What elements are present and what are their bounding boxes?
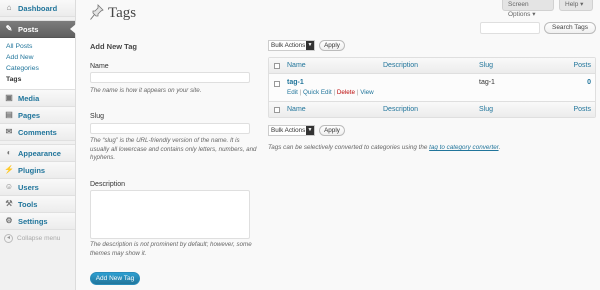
tag-name-cell: tag-1 Edit | Quick Edit | Delete | View bbox=[287, 79, 383, 96]
chevron-down-icon: ▼ bbox=[306, 41, 314, 50]
menu-plugins-label: Plugins bbox=[18, 165, 46, 175]
bulk-actions-value-bottom: Bulk Actions bbox=[271, 127, 306, 134]
menu-settings[interactable]: ⚙ Settings bbox=[0, 213, 75, 230]
posts-submenu: All Posts Add New Categories Tags bbox=[0, 38, 75, 90]
column-slug-footer[interactable]: Slug bbox=[479, 106, 561, 113]
name-help-text: The name is how it appears on your site. bbox=[90, 87, 202, 94]
name-input[interactable] bbox=[90, 72, 250, 83]
row-checkbox[interactable] bbox=[274, 81, 280, 87]
appearance-icon: ◐ bbox=[6, 148, 12, 157]
row-actions: Edit | Quick Edit | Delete | View bbox=[287, 89, 374, 96]
edit-link[interactable]: Edit bbox=[287, 89, 298, 96]
menu-pages-label: Pages bbox=[18, 110, 41, 120]
search-tags-input[interactable] bbox=[480, 22, 540, 34]
submenu-tags[interactable]: Tags bbox=[6, 74, 75, 85]
menu-posts-label: Posts bbox=[18, 24, 39, 34]
quick-edit-link[interactable]: Quick Edit bbox=[303, 89, 332, 96]
menu-tools[interactable]: ⚒ Tools bbox=[0, 196, 75, 213]
menu-settings-label: Settings bbox=[18, 216, 48, 226]
converter-note-suffix: . bbox=[498, 144, 501, 151]
search-tags-button[interactable]: Search Tags bbox=[544, 22, 596, 34]
collapse-menu-button[interactable]: ◂ Collapse menu bbox=[0, 230, 75, 247]
table-header: Name Description Slug Posts bbox=[269, 58, 595, 74]
description-label: Description bbox=[90, 181, 126, 188]
view-link[interactable]: View bbox=[360, 89, 374, 96]
column-name-header[interactable]: Name bbox=[287, 62, 383, 69]
tag-posts-count[interactable]: 0 bbox=[561, 79, 591, 86]
menu-appearance[interactable]: ◐ Appearance bbox=[0, 145, 75, 162]
converter-note-text: Tags can be selectively converted to cat… bbox=[268, 144, 430, 151]
menu-appearance-label: Appearance bbox=[18, 148, 61, 158]
slug-label: Slug bbox=[90, 113, 105, 120]
name-label: Name bbox=[90, 63, 109, 70]
tools-icon: ⚒ bbox=[5, 199, 13, 208]
pushpin-icon bbox=[90, 4, 104, 20]
description-textarea[interactable] bbox=[90, 190, 250, 239]
description-help-text: The description is not prominent by defa… bbox=[90, 241, 252, 257]
collapse-menu-label: Collapse menu bbox=[17, 235, 61, 242]
bulk-actions-top: Bulk Actions ▼ Apply bbox=[268, 40, 345, 51]
submenu-all-posts[interactable]: All Posts bbox=[6, 41, 75, 52]
add-new-tag-heading: Add New Tag bbox=[90, 42, 137, 51]
bulk-actions-select-bottom[interactable]: Bulk Actions ▼ bbox=[268, 125, 315, 136]
column-posts-footer[interactable]: Posts bbox=[561, 106, 591, 113]
column-name-footer[interactable]: Name bbox=[287, 106, 383, 113]
column-description-header[interactable]: Description bbox=[383, 62, 479, 69]
add-new-tag-button[interactable]: Add New Tag bbox=[90, 272, 140, 285]
menu-media[interactable]: ▣ Media bbox=[0, 90, 75, 107]
table-footer: Name Description Slug Posts bbox=[269, 101, 595, 117]
menu-media-label: Media bbox=[18, 93, 40, 103]
bulk-actions-bottom: Bulk Actions ▼ Apply bbox=[268, 125, 345, 136]
bulk-actions-value: Bulk Actions bbox=[271, 42, 306, 49]
submenu-categories[interactable]: Categories bbox=[6, 63, 75, 74]
collapse-arrow-icon: ◂ bbox=[4, 234, 13, 243]
chevron-down-icon: ▼ bbox=[306, 126, 314, 135]
menu-dashboard-label: Dashboard bbox=[18, 3, 58, 13]
menu-comments-label: Comments bbox=[18, 127, 57, 137]
menu-dashboard[interactable]: ⌂ Dashboard bbox=[0, 0, 75, 17]
select-all-checkbox[interactable] bbox=[274, 62, 280, 69]
bulk-actions-select[interactable]: Bulk Actions ▼ bbox=[268, 40, 315, 51]
page-icon: ▤ bbox=[5, 110, 13, 119]
pin-icon: ✎ bbox=[5, 24, 13, 33]
menu-comments[interactable]: ✉ Comments bbox=[0, 124, 75, 141]
media-icon: ▣ bbox=[5, 93, 13, 102]
dashboard-icon: ⌂ bbox=[6, 3, 12, 12]
apply-button-bottom[interactable]: Apply bbox=[319, 125, 345, 136]
menu-users-label: Users bbox=[18, 182, 39, 192]
slug-help-text: The “slug” is the URL-friendly version o… bbox=[90, 137, 257, 161]
settings-icon: ⚙ bbox=[5, 216, 13, 225]
converter-note: Tags can be selectively converted to cat… bbox=[268, 144, 500, 151]
help-button[interactable]: Help ▾ bbox=[559, 0, 593, 11]
menu-users[interactable]: ☺ Users bbox=[0, 179, 75, 196]
submenu-add-new[interactable]: Add New bbox=[6, 52, 75, 63]
column-slug-header[interactable]: Slug bbox=[479, 62, 561, 69]
plugins-icon: ⚡ bbox=[4, 165, 14, 174]
users-icon: ☺ bbox=[4, 182, 14, 191]
menu-tools-label: Tools bbox=[18, 199, 38, 209]
page-title: Tags bbox=[108, 5, 137, 21]
comments-icon: ✉ bbox=[5, 127, 13, 136]
tag-slug-cell: tag-1 bbox=[479, 79, 495, 86]
apply-button[interactable]: Apply bbox=[319, 40, 345, 51]
screen-options-button[interactable]: Screen Options ▾ bbox=[502, 0, 554, 18]
menu-posts[interactable]: ✎ Posts bbox=[0, 21, 76, 38]
tag-to-category-converter-link[interactable]: tag to category converter bbox=[429, 144, 498, 151]
column-posts-header[interactable]: Posts bbox=[561, 62, 591, 69]
select-all-checkbox-footer[interactable] bbox=[274, 106, 280, 113]
table-row: tag-1 Edit | Quick Edit | Delete | View … bbox=[269, 74, 595, 101]
menu-plugins[interactable]: ⚡ Plugins bbox=[0, 162, 75, 179]
admin-sidebar: ⌂ Dashboard ✎ Posts All Posts Add New Ca… bbox=[0, 0, 76, 290]
slug-input[interactable] bbox=[90, 123, 250, 134]
menu-pages[interactable]: ▤ Pages bbox=[0, 107, 75, 124]
tag-name-link[interactable]: tag-1 bbox=[287, 79, 383, 86]
column-description-footer[interactable]: Description bbox=[383, 106, 479, 113]
delete-link[interactable]: Delete bbox=[337, 89, 355, 96]
tags-table: Name Description Slug Posts tag-1 Edit |… bbox=[268, 57, 596, 118]
